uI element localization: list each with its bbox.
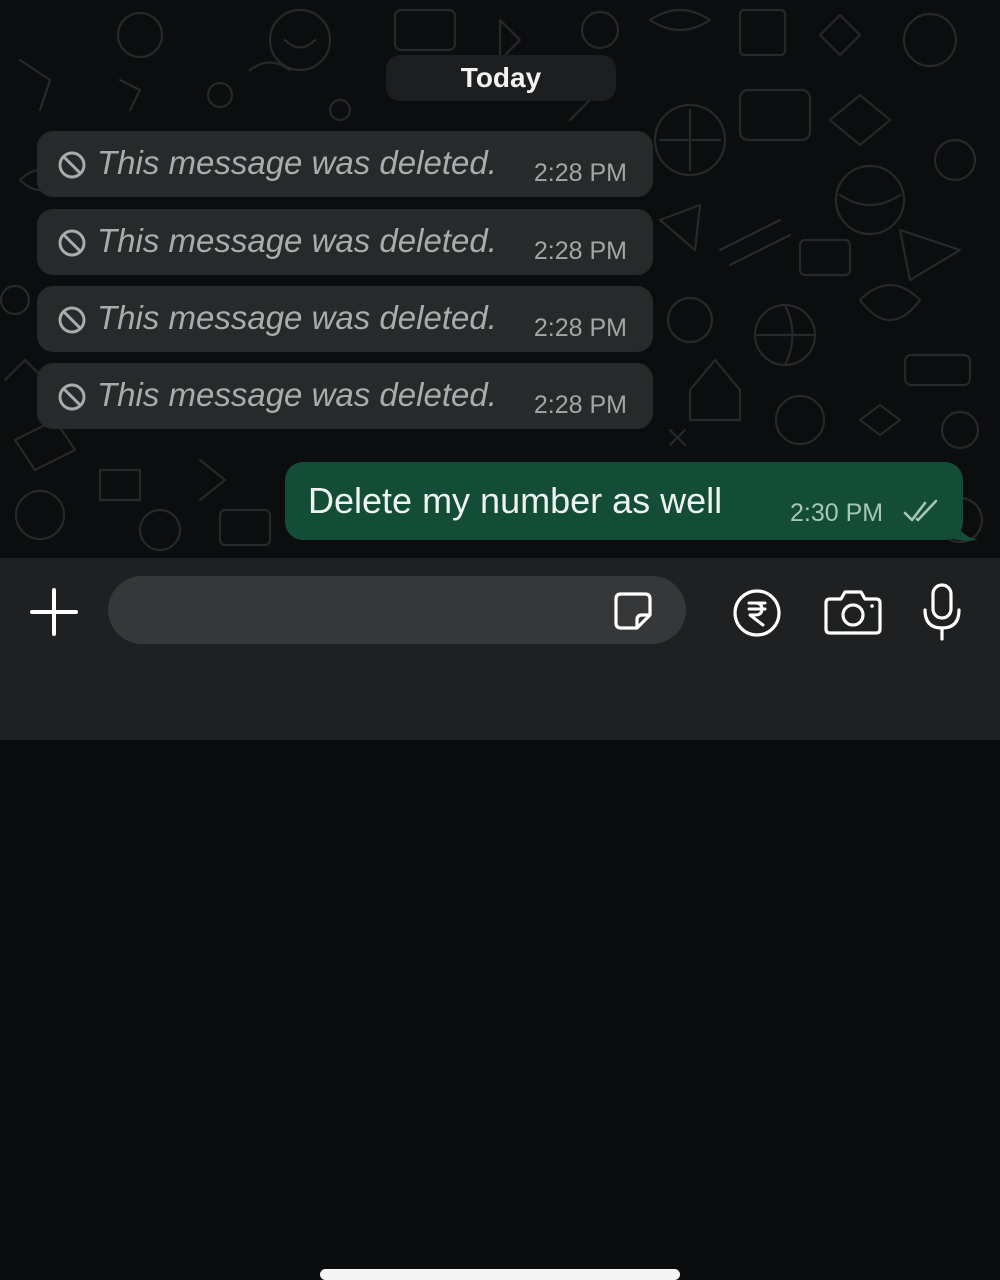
- plus-icon[interactable]: [28, 586, 80, 638]
- message-time: 2:28 PM: [533, 391, 627, 419]
- incoming-message-deleted[interactable]: This message was deleted. 2:28 PM: [37, 286, 653, 352]
- date-divider: Today: [386, 55, 616, 101]
- home-indicator[interactable]: [320, 1269, 680, 1280]
- rupee-icon[interactable]: [732, 588, 782, 638]
- message-time: 2:28 PM: [533, 314, 627, 342]
- chat-area[interactable]: Today This message was deleted. 2:28 PM …: [0, 0, 1000, 558]
- incoming-message-deleted[interactable]: This message was deleted. 2:28 PM: [37, 209, 653, 275]
- outgoing-message[interactable]: Delete my number as well 2:30 PM: [285, 462, 963, 540]
- message-text: This message was deleted.: [97, 144, 497, 181]
- message-text: This message was deleted.: [97, 222, 497, 259]
- message-time: 2:30 PM: [790, 499, 884, 527]
- message-time: 2:28 PM: [533, 237, 627, 265]
- message-input[interactable]: [108, 576, 686, 644]
- input-bar: [0, 558, 1000, 1280]
- camera-icon[interactable]: [824, 589, 882, 635]
- deleted-icon: [58, 229, 86, 257]
- incoming-message-deleted[interactable]: This message was deleted. 2:28 PM: [37, 363, 653, 429]
- incoming-message-deleted[interactable]: This message was deleted. 2:28 PM: [37, 131, 653, 197]
- double-check-icon: [903, 499, 938, 522]
- deleted-icon: [58, 306, 86, 334]
- sticker-icon[interactable]: [613, 591, 653, 631]
- message-text: This message was deleted.: [97, 299, 497, 336]
- message-text: This message was deleted.: [97, 376, 497, 413]
- microphone-icon[interactable]: [922, 582, 962, 642]
- message-time: 2:28 PM: [533, 159, 627, 187]
- deleted-icon: [58, 383, 86, 411]
- message-text: Delete my number as well: [308, 480, 723, 521]
- deleted-icon: [58, 151, 86, 179]
